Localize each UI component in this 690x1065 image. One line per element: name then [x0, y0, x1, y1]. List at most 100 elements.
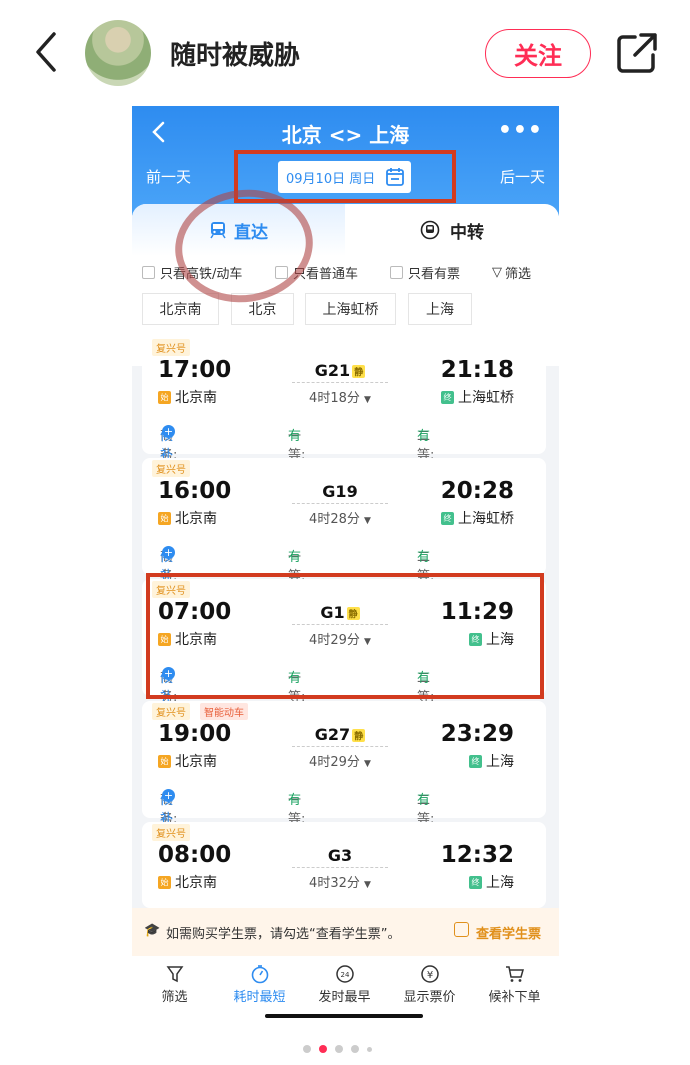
student-checkbox[interactable] — [454, 922, 469, 937]
start-tag: 始 — [158, 390, 171, 404]
dropdown-icon: ▼ — [364, 395, 371, 405]
svg-text:24: 24 — [340, 971, 349, 979]
page-dot[interactable] — [303, 1045, 311, 1053]
yen-icon: ¥ — [387, 962, 472, 986]
plus-icon: + — [162, 789, 175, 802]
smart-emu-badge: 智能动车 — [200, 703, 248, 720]
duration-text: 4时32分 — [309, 876, 360, 891]
arrival-station: 终上海虹桥 — [441, 387, 514, 407]
second-class-value: 有 — [417, 550, 431, 565]
station-chip[interactable]: 上海虹桥 — [305, 293, 396, 325]
filter-available-checkbox[interactable]: 只看有票 — [390, 263, 460, 282]
plus-icon: + — [162, 425, 175, 438]
student-notice: 如需购买学生票，请勾选“查看学生票”。 — [166, 927, 401, 942]
departure-station-text: 北京南 — [175, 390, 217, 406]
train-number-text: G21 — [314, 361, 351, 380]
back-icon[interactable] — [32, 30, 62, 74]
arrival-station-text: 上海虹桥 — [458, 511, 514, 527]
arrival-station-text: 上海 — [486, 754, 514, 770]
duration[interactable]: 4时32分 ▼ — [292, 872, 388, 891]
route-title: 北京 <> 上海 — [281, 123, 410, 147]
page-dot[interactable] — [351, 1045, 359, 1053]
end-tag: 终 — [441, 390, 454, 404]
departure-station-text: 北京南 — [175, 511, 217, 527]
home-indicator — [265, 1014, 423, 1018]
train-number: G3 — [292, 846, 388, 868]
first-class-value: 有 — [288, 550, 302, 565]
nav-price-label: 显示票价 — [403, 990, 456, 1005]
station-chip[interactable]: 上海 — [408, 293, 472, 325]
train-number-text: G27 — [314, 725, 351, 744]
train-card[interactable]: 复兴号 08:00 G3 12:32 始北京南 4时32分 ▼ 终上海 — [142, 822, 546, 908]
dropdown-icon: ▼ — [364, 516, 371, 526]
second-class-value: 有 — [417, 793, 431, 808]
first-class-value: 有 — [288, 429, 302, 444]
start-tag: 始 — [158, 754, 171, 768]
station-chip[interactable]: 北京南 — [142, 293, 219, 325]
student-ticket-bar: 🎓 如需购买学生票，请勾选“查看学生票”。 查看学生票 — [132, 908, 559, 956]
page-dot-active[interactable] — [319, 1045, 327, 1053]
arrival-time: 20:28 — [440, 478, 514, 504]
arrival-station: 终上海 — [469, 872, 514, 892]
nav-price[interactable]: ¥ 显示票价 — [387, 962, 472, 1005]
next-day-button[interactable]: 后一天 — [500, 166, 545, 187]
filter-available-label: 只看有票 — [408, 267, 461, 282]
departure-station: 始北京南 — [158, 387, 217, 407]
arrival-station: 终上海 — [469, 751, 514, 771]
avatar[interactable] — [85, 20, 151, 86]
clock-24-icon: 24 — [302, 962, 387, 986]
nav-earliest-label: 发时最早 — [318, 990, 371, 1005]
duration-text: 4时29分 — [309, 755, 360, 770]
filter-button-label: 筛选 — [505, 267, 532, 282]
nav-shortest[interactable]: 耗时最短 — [217, 962, 302, 1005]
top-bar: 随时被威胁 关注 — [0, 0, 690, 100]
departure-time: 16:00 — [158, 478, 232, 504]
username[interactable]: 随时被威胁 — [170, 35, 300, 72]
end-tag: 终 — [469, 875, 482, 889]
departure-time: 17:00 — [158, 357, 232, 383]
page-dot[interactable] — [367, 1046, 372, 1052]
train-number: G19 — [292, 482, 388, 504]
end-tag: 终 — [441, 511, 454, 525]
follow-button[interactable]: 关注 — [485, 29, 591, 78]
more-icon[interactable]: ••• — [498, 118, 543, 143]
train-number-text: G3 — [327, 846, 353, 865]
student-toggle-label[interactable]: 查看学生票 — [476, 923, 541, 942]
transfer-icon — [420, 220, 440, 240]
duration[interactable]: 4时28分 ▼ — [292, 508, 388, 527]
quiet-badge: 静 — [352, 365, 366, 378]
tab-transfer[interactable]: 中转 — [450, 218, 484, 243]
filter-button[interactable]: ▽ 筛选 — [492, 263, 531, 282]
departure-time: 08:00 — [158, 842, 232, 868]
share-icon[interactable] — [615, 31, 659, 75]
departure-station: 始北京南 — [158, 872, 217, 892]
nav-filter[interactable]: 筛选 — [132, 962, 217, 1005]
duration-text: 4时18分 — [309, 391, 360, 406]
graduation-cap-icon: 🎓 — [144, 923, 161, 938]
nav-waitlist[interactable]: 候补下单 — [472, 962, 557, 1005]
train-card[interactable]: 复兴号智能动车19:00G27静23:29始北京南4时29分 ▼终上海 商务: … — [142, 701, 546, 827]
prev-day-button[interactable]: 前一天 — [146, 166, 191, 187]
funnel-icon — [132, 962, 217, 986]
fuxing-badge: 复兴号 — [152, 339, 190, 356]
page-dots — [303, 1045, 372, 1053]
fuxing-badge: 复兴号 — [152, 703, 190, 720]
train-number: G27 静 — [292, 725, 388, 747]
duration[interactable]: 4时18分 ▼ — [292, 387, 388, 406]
nav-filter-label: 筛选 — [161, 990, 188, 1005]
plus-icon: + — [162, 546, 175, 559]
train-number: G21 静 — [292, 361, 388, 383]
timer-icon — [217, 962, 302, 986]
train-number-text: G19 — [322, 482, 358, 501]
departure-time: 19:00 — [158, 721, 232, 747]
fuxing-badge: 复兴号 — [152, 824, 190, 841]
cart-icon — [472, 962, 557, 986]
duration-text: 4时28分 — [309, 512, 360, 527]
train-card[interactable]: 复兴号17:00G21静21:18始北京南4时18分 ▼终上海虹桥 商务: 候补… — [142, 337, 546, 463]
train-card[interactable]: 复兴号16:00G1920:28始北京南4时28分 ▼终上海虹桥 商务: 候补+… — [142, 458, 546, 584]
departure-station: 始北京南 — [158, 751, 217, 771]
nav-earliest[interactable]: 24 发时最早 — [302, 962, 387, 1005]
funnel-icon: ▽ — [492, 265, 502, 280]
page-dot[interactable] — [335, 1045, 343, 1053]
duration[interactable]: 4时29分 ▼ — [292, 751, 388, 770]
